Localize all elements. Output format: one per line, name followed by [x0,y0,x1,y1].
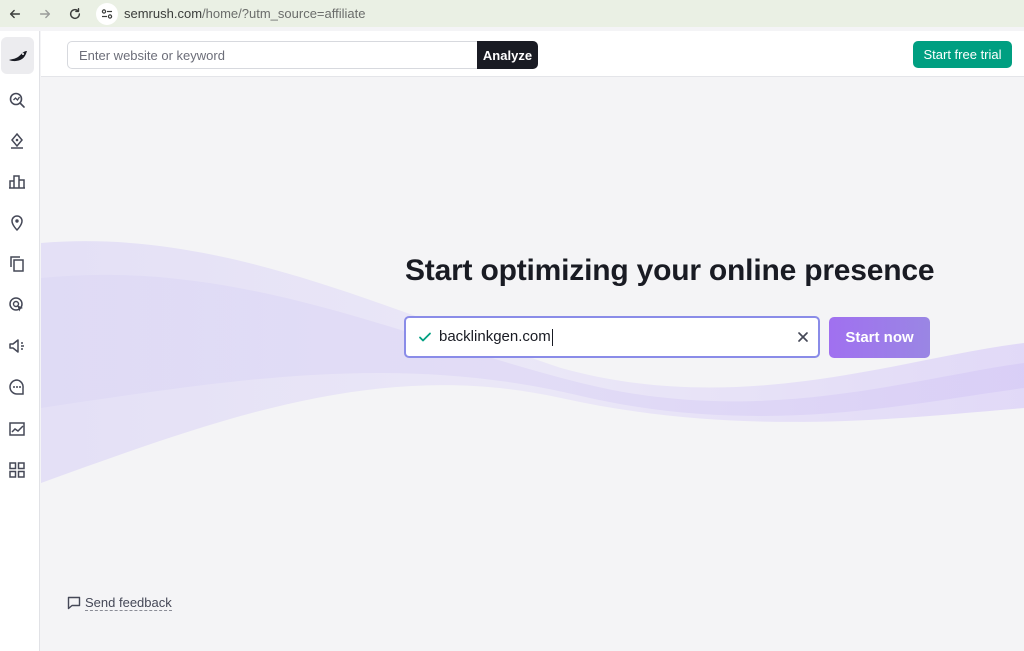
start-now-button[interactable]: Start now [829,317,930,358]
send-feedback-label: Send feedback [85,595,172,611]
site-settings-icon [101,8,113,19]
main-content: Start optimizing your online presence ba… [41,78,1024,651]
hero-title: Start optimizing your online presence [405,254,935,287]
forward-button[interactable] [30,0,60,27]
local-pin-icon [11,215,23,232]
cursor-target-icon [9,297,23,312]
arrow-left-icon [9,9,21,18]
bar-chart-icon [9,175,25,189]
back-button[interactable] [0,0,30,27]
domain-input[interactable]: backlinkgen.com [404,316,820,358]
send-feedback-link[interactable]: Send feedback [67,595,172,611]
start-free-trial-button[interactable]: Start free trial [913,41,1012,68]
browser-toolbar: semrush.com/home/?utm_source=affiliate [0,0,1024,27]
sidebar-item-social[interactable] [6,335,28,357]
url-host: semrush.com [124,6,203,21]
left-sidebar [0,31,40,651]
copy-pages-icon [10,256,24,272]
apps-grid-icon [9,462,25,478]
reload-icon [69,7,81,19]
semrush-logo-button[interactable] [1,37,34,74]
sidebar-item-apps[interactable] [6,459,28,481]
analyze-button[interactable]: Analyze [477,41,538,69]
background-wave [41,241,1024,483]
megaphone-icon [9,339,24,353]
address-bar[interactable]: semrush.com/home/?utm_source=affiliate [96,2,365,25]
domain-input-value: backlinkgen.com [439,328,553,346]
feedback-icon [67,596,81,610]
search-input[interactable] [67,41,479,69]
sidebar-item-advertising[interactable] [6,294,28,316]
sidebar-item-content[interactable] [6,130,28,152]
reload-button[interactable] [60,0,90,27]
chat-bubble-icon [9,379,24,395]
sidebar-item-traffic[interactable] [6,171,28,193]
check-icon [418,330,432,344]
semrush-logo-icon [8,50,27,61]
text-caret [551,328,553,346]
seo-magnifier-icon [9,92,25,108]
site-info-button[interactable] [96,2,118,25]
top-search-bar: Analyze Start free trial [41,31,1024,77]
content-pen-icon [11,132,23,149]
sidebar-item-local[interactable] [6,212,28,234]
trend-chart-icon [9,422,25,436]
clear-icon[interactable] [796,330,810,344]
domain-input-text: backlinkgen.com [439,328,551,346]
arrow-right-icon [39,9,51,18]
sidebar-item-content-marketing[interactable] [6,376,28,398]
sidebar-item-trends[interactable] [6,418,28,440]
sidebar-item-pages[interactable] [6,253,28,275]
url-path: /home/?utm_source=affiliate [202,6,366,21]
url-text: semrush.com/home/?utm_source=affiliate [124,6,365,21]
sidebar-item-seo[interactable] [6,89,28,111]
